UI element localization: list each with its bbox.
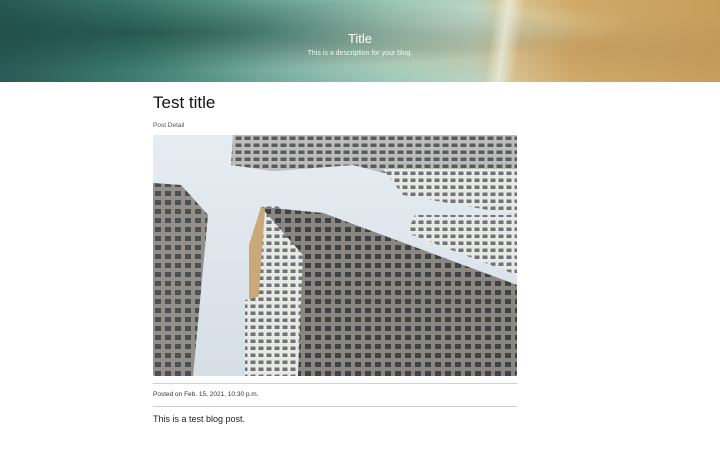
header-banner: Title This is a description for your blo… xyxy=(0,0,720,82)
post-detail: Test title Post Detail xyxy=(153,92,517,130)
post-image xyxy=(153,135,517,376)
post-date: Posted on Feb. 15, 2021, 10:30 p.m. xyxy=(153,391,259,398)
post-body: This is a test blog post. xyxy=(153,414,246,424)
blog-title[interactable]: Title xyxy=(0,31,720,46)
buildings-illustration xyxy=(153,135,517,376)
blog-description: This is a description for your blog. xyxy=(307,50,413,57)
post-title: Test title xyxy=(153,93,216,112)
post-subtitle: Post Detail xyxy=(153,122,185,129)
divider-top xyxy=(153,383,517,384)
divider-bottom xyxy=(153,406,517,407)
